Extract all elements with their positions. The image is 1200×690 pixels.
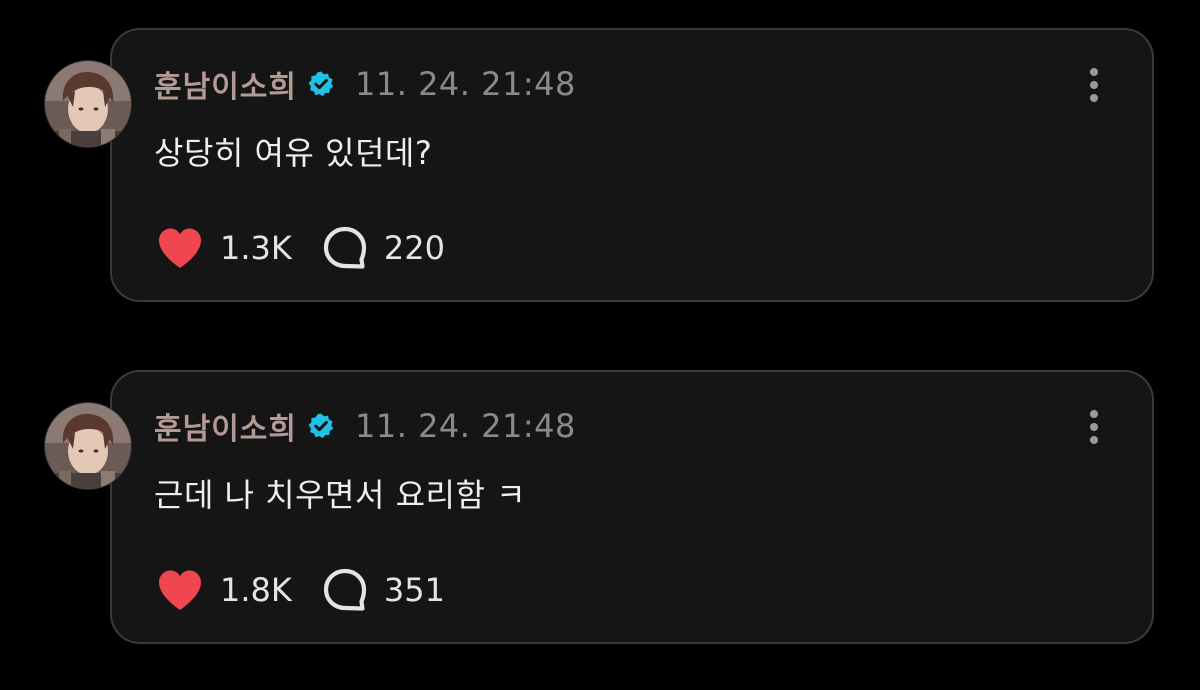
username[interactable]: 훈남이소희 <box>154 404 297 448</box>
comment-text: 근데 나 치우면서 요리함 ㅋ <box>154 476 527 514</box>
username[interactable]: 훈남이소희 <box>154 62 297 106</box>
comment-header: 훈남이소희 11. 24. 21:48 <box>154 62 576 106</box>
like-button[interactable]: 1.3K <box>156 226 292 270</box>
avatar[interactable] <box>44 402 132 490</box>
like-count: 1.3K <box>220 229 292 267</box>
like-count: 1.8K <box>220 571 292 609</box>
comment-post: 훈남이소희 11. 24. 21:48 상당히 여유 있던데? 1.3K 220 <box>0 28 1200 304</box>
verified-badge-icon <box>307 412 335 440</box>
more-options-icon[interactable] <box>1088 68 1100 104</box>
comment-actions: 1.3K 220 <box>156 224 445 272</box>
comment-card[interactable]: 훈남이소희 11. 24. 21:48 상당히 여유 있던데? 1.3K 220 <box>110 28 1154 302</box>
comment-card[interactable]: 훈남이소희 11. 24. 21:48 근데 나 치우면서 요리함 ㅋ 1.8K… <box>110 370 1154 644</box>
comment-post: 훈남이소희 11. 24. 21:48 근데 나 치우면서 요리함 ㅋ 1.8K… <box>0 370 1200 646</box>
like-button[interactable]: 1.8K <box>156 568 292 612</box>
reply-button[interactable]: 351 <box>322 567 445 613</box>
speech-bubble-icon <box>323 226 366 269</box>
comment-text: 상당히 여유 있던데? <box>154 134 433 172</box>
timestamp: 11. 24. 21:48 <box>355 65 576 103</box>
more-options-icon[interactable] <box>1088 410 1100 446</box>
reply-count: 351 <box>383 571 445 609</box>
reply-button[interactable]: 220 <box>322 225 445 271</box>
heart-icon <box>159 570 201 610</box>
comment-feed: 훈남이소희 11. 24. 21:48 상당히 여유 있던데? 1.3K 220… <box>0 0 1200 690</box>
speech-bubble-icon <box>323 568 366 611</box>
comment-actions: 1.8K 351 <box>156 566 445 614</box>
avatar[interactable] <box>44 60 132 148</box>
heart-icon <box>159 228 201 268</box>
comment-header: 훈남이소희 11. 24. 21:48 <box>154 404 576 448</box>
reply-count: 220 <box>383 229 445 267</box>
verified-badge-icon <box>307 70 335 98</box>
timestamp: 11. 24. 21:48 <box>355 407 576 445</box>
